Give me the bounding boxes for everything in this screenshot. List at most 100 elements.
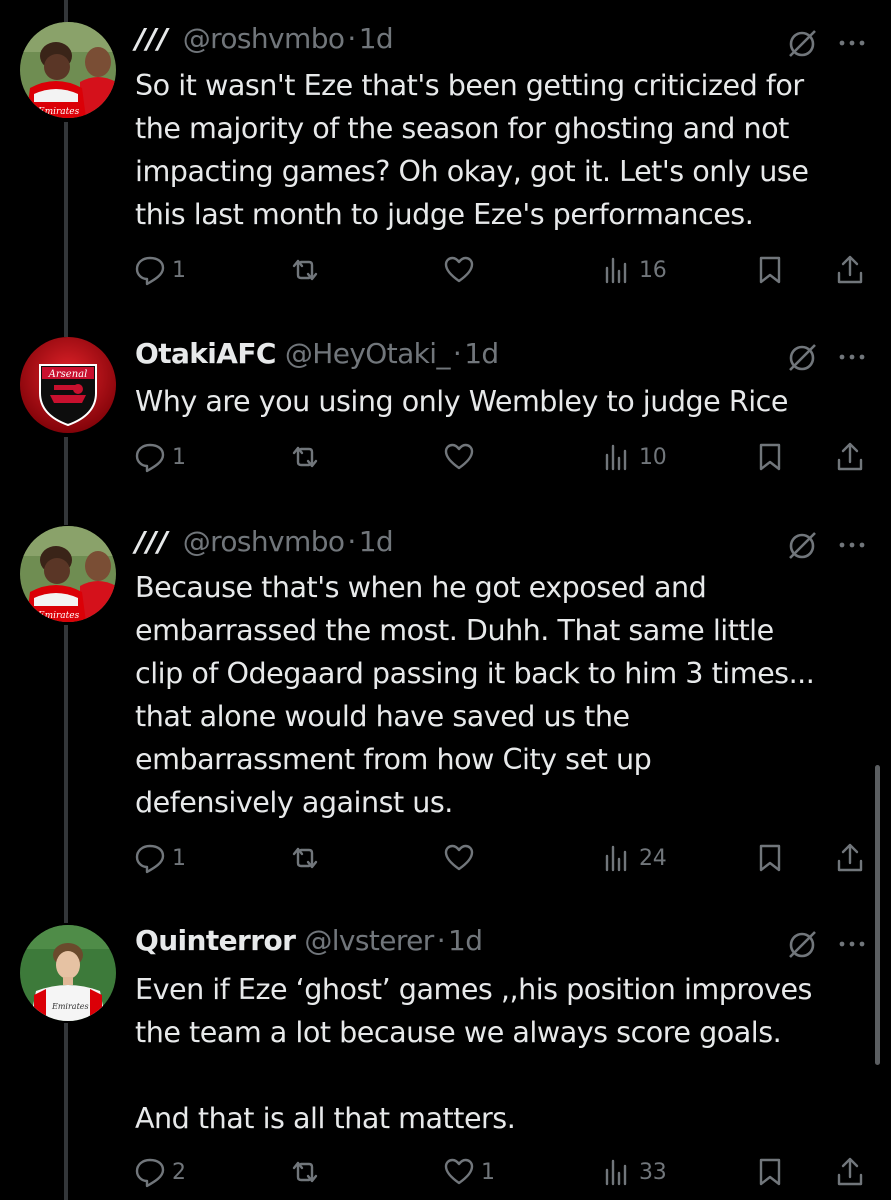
retweet-icon — [292, 1161, 318, 1183]
bookmark-button[interactable] — [754, 1152, 786, 1192]
tweet-header: /// @roshvmbo · 1d — [135, 525, 394, 565]
retweet-icon — [292, 446, 318, 468]
views-button[interactable]: 33 — [601, 1152, 667, 1192]
reply-icon — [135, 1158, 165, 1188]
avatar[interactable]: Emirates — [20, 925, 116, 1021]
scrollbar[interactable] — [875, 765, 880, 1065]
tweet-header: /// @roshvmbo · 1d — [135, 22, 394, 62]
separator-dot: · — [347, 22, 356, 55]
share-button[interactable] — [834, 437, 866, 477]
more-icon[interactable] — [834, 527, 870, 563]
share-button[interactable] — [834, 838, 866, 878]
user-handle[interactable]: @HeyOtaki_ — [285, 337, 451, 370]
display-name[interactable]: /// — [135, 525, 169, 558]
more-icon[interactable] — [834, 926, 870, 962]
bookmark-icon — [759, 844, 781, 872]
grok-icon[interactable] — [784, 527, 820, 563]
views-button[interactable]: 16 — [601, 250, 667, 290]
kit-sponsor: Emirates — [37, 107, 80, 117]
bookmark-icon — [759, 443, 781, 471]
retweet-button[interactable] — [289, 838, 327, 878]
display-name[interactable]: /// — [135, 22, 169, 55]
separator-dot: · — [347, 525, 356, 558]
retweet-icon — [292, 259, 318, 281]
like-icon — [444, 256, 474, 283]
reply-button[interactable]: 1 — [134, 838, 186, 878]
share-button[interactable] — [834, 250, 866, 290]
like-count: 1 — [481, 1159, 495, 1185]
action-bar: 2 1 33 — [0, 1152, 891, 1192]
tweet-header: Quinterror @lvsterer · 1d — [135, 924, 483, 964]
views-button[interactable]: 24 — [601, 838, 667, 878]
views-icon — [605, 257, 627, 284]
action-bar: 1 10 — [0, 437, 891, 477]
tweet-text: Because that's when he got exposed and e… — [135, 570, 815, 819]
more-icon[interactable] — [834, 25, 870, 61]
reply-button[interactable]: 1 — [134, 437, 186, 477]
like-icon — [444, 844, 474, 871]
retweet-button[interactable] — [289, 1152, 327, 1192]
timestamp[interactable]: 1d — [448, 924, 483, 957]
avatar-image: Arsenal — [20, 337, 116, 433]
share-icon — [837, 843, 863, 872]
display-name[interactable]: Quinterror — [135, 924, 296, 957]
timestamp[interactable]: 1d — [359, 525, 394, 558]
separator-dot: · — [436, 924, 446, 957]
like-button[interactable] — [443, 250, 481, 290]
share-button[interactable] — [834, 1152, 866, 1192]
like-icon — [444, 443, 474, 470]
timestamp[interactable]: 1d — [359, 22, 394, 55]
thread-line — [64, 0, 68, 22]
tweet-text: So it wasn't Eze that's been getting cri… — [135, 68, 809, 231]
avatar-image: Emirates — [20, 22, 116, 118]
grok-icon[interactable] — [784, 926, 820, 962]
like-icon — [444, 1158, 474, 1185]
badge-text: Arsenal — [48, 369, 88, 380]
retweet-button[interactable] — [289, 250, 327, 290]
reply-count: 1 — [172, 444, 186, 470]
bookmark-button[interactable] — [754, 437, 786, 477]
kit-sponsor: Emirates — [37, 611, 80, 621]
view-count: 33 — [639, 1159, 667, 1185]
share-icon — [837, 255, 863, 284]
grok-icon[interactable] — [784, 339, 820, 375]
share-icon — [837, 442, 863, 471]
grok-icon[interactable] — [784, 25, 820, 61]
reply-button[interactable]: 2 — [134, 1152, 186, 1192]
reply-count: 1 — [172, 845, 186, 871]
bookmark-button[interactable] — [754, 838, 786, 878]
view-count: 24 — [639, 845, 667, 871]
tweet-text: Even if Eze ‘ghost’ games ,,his position… — [135, 972, 812, 1135]
bookmark-icon — [759, 256, 781, 284]
views-icon — [605, 1159, 627, 1186]
view-count: 16 — [639, 257, 667, 283]
thread-line — [64, 625, 68, 923]
reply-count: 2 — [172, 1159, 186, 1185]
views-button[interactable]: 10 — [601, 437, 667, 477]
retweet-button[interactable] — [289, 437, 327, 477]
reply-icon — [135, 844, 165, 874]
like-button[interactable] — [443, 437, 481, 477]
share-icon — [837, 1157, 863, 1186]
bookmark-button[interactable] — [754, 250, 786, 290]
reply-icon — [135, 443, 165, 473]
like-button[interactable]: 1 — [443, 1152, 495, 1192]
thread-line — [64, 122, 68, 337]
user-handle[interactable]: @lvsterer — [304, 924, 434, 957]
user-handle[interactable]: @roshvmbo — [183, 22, 345, 55]
views-icon — [605, 444, 627, 471]
user-handle[interactable]: @roshvmbo — [183, 525, 345, 558]
like-button[interactable] — [443, 838, 481, 878]
avatar[interactable]: Arsenal — [20, 337, 116, 433]
more-icon[interactable] — [834, 339, 870, 375]
reply-icon — [135, 256, 165, 286]
action-bar: 1 24 — [0, 838, 891, 878]
timestamp[interactable]: 1d — [464, 337, 499, 370]
action-bar: 1 16 — [0, 250, 891, 290]
tweet-text: Why are you using only Wembley to judge … — [135, 384, 788, 418]
display-name[interactable]: OtakiAFC — [135, 337, 276, 370]
avatar[interactable]: Emirates — [20, 526, 116, 622]
retweet-icon — [292, 847, 318, 869]
reply-button[interactable]: 1 — [134, 250, 186, 290]
avatar[interactable]: Emirates — [20, 22, 116, 118]
